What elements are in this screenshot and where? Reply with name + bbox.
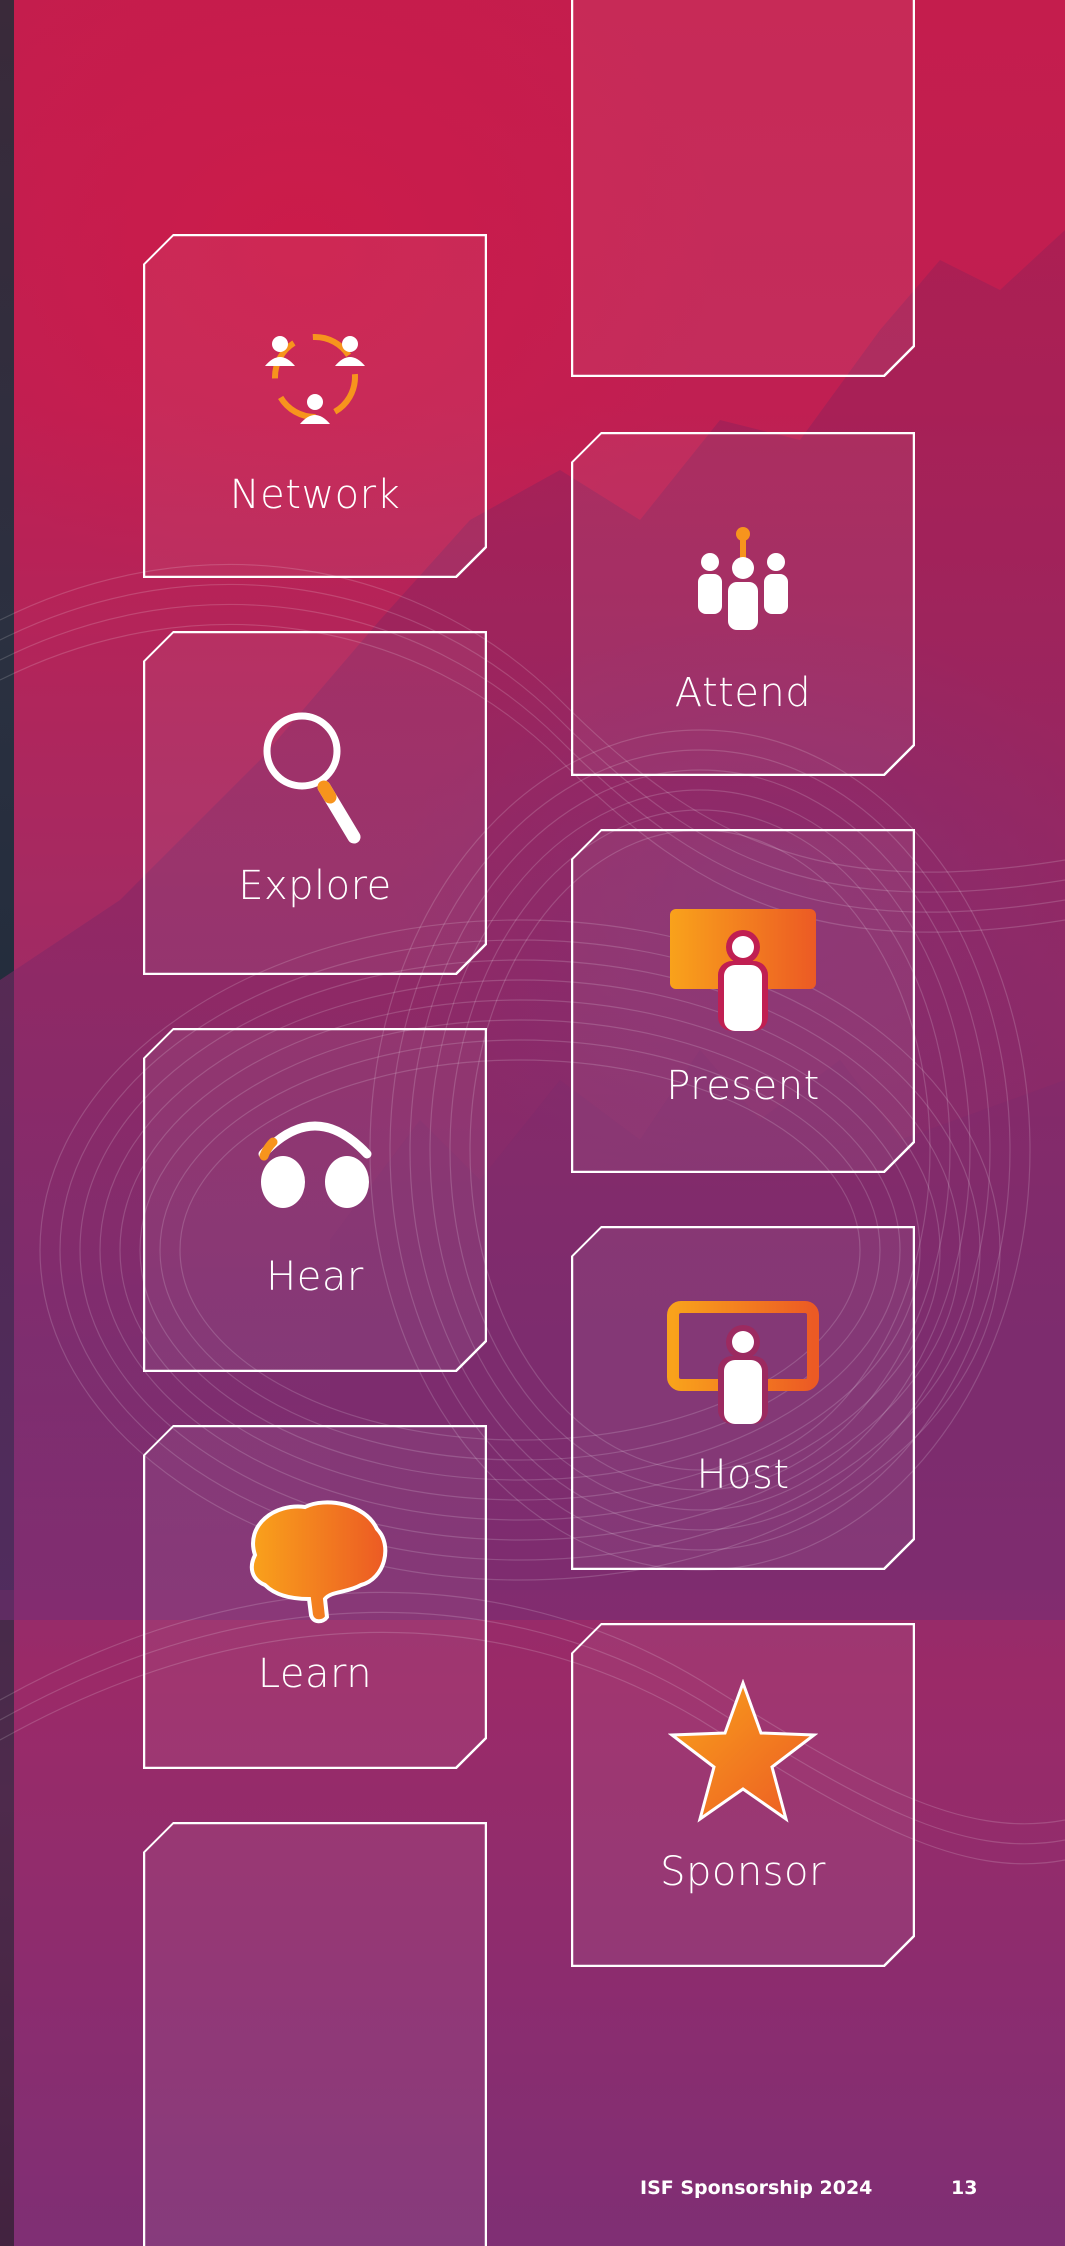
tile-sponsor[interactable]: Sponsor xyxy=(571,1623,915,1967)
brain-icon xyxy=(235,1495,395,1625)
tile-learn[interactable]: Learn xyxy=(143,1425,487,1769)
tile-empty-top xyxy=(571,0,915,377)
tile-network[interactable]: Network xyxy=(143,234,487,578)
page-number: 13 xyxy=(951,2177,978,2199)
tile-label-attend: Attend xyxy=(674,670,812,716)
tile-label-present: Present xyxy=(666,1063,820,1109)
magnifier-icon xyxy=(260,709,370,849)
audience-icon xyxy=(688,522,798,632)
tile-explore[interactable]: Explore xyxy=(143,631,487,975)
tile-hear[interactable]: Hear xyxy=(143,1028,487,1372)
tile-label-explore: Explore xyxy=(238,863,392,909)
tile-present[interactable]: Present xyxy=(571,829,915,1173)
tile-label-learn: Learn xyxy=(257,1651,373,1697)
tile-attend[interactable]: Attend xyxy=(571,432,915,776)
headphones-icon xyxy=(253,1104,377,1214)
tile-label-host: Host xyxy=(696,1452,790,1498)
presenter-icon xyxy=(668,907,818,1031)
tile-frame xyxy=(571,0,915,377)
star-icon xyxy=(668,1679,818,1825)
footer-title: ISF Sponsorship 2024 xyxy=(640,2177,873,2199)
brochure-page: Network Attend Explore Present Hear Host… xyxy=(0,0,1065,2246)
tile-label-hear: Hear xyxy=(266,1254,364,1300)
tile-label-sponsor: Sponsor xyxy=(660,1849,826,1895)
network-icon xyxy=(255,322,375,432)
tile-empty-bottom xyxy=(143,1822,487,2246)
tile-label-network: Network xyxy=(229,472,401,518)
tile-host[interactable]: Host xyxy=(571,1226,915,1570)
tile-frame xyxy=(143,1822,487,2246)
host-screen-icon xyxy=(666,1300,820,1424)
